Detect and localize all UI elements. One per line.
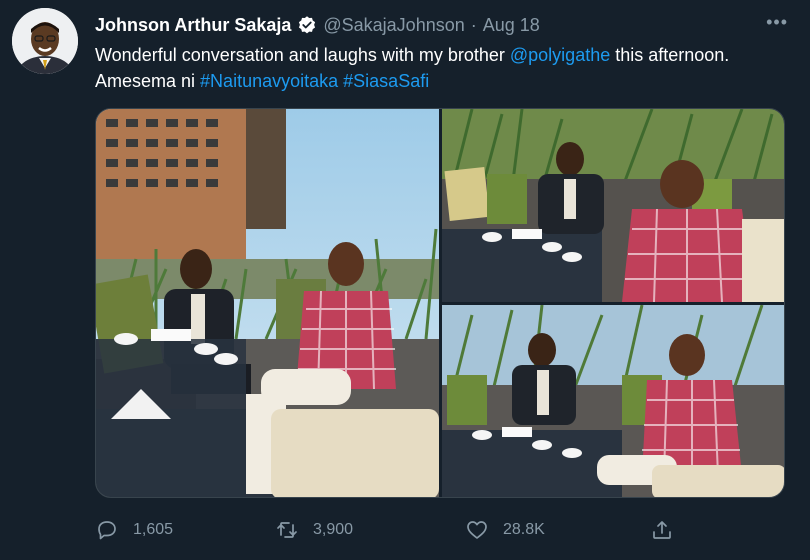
tweet-actions: 1,605 3,900 28.8K [95, 512, 695, 548]
like-count: 28.8K [503, 521, 545, 538]
mention-link[interactable]: @polyigathe [510, 45, 610, 65]
tweet-date[interactable]: Aug 18 [483, 15, 540, 36]
meeting-photo-left[interactable] [96, 109, 439, 497]
share-button[interactable] [650, 512, 674, 548]
author-name[interactable]: Johnson Arthur Sakaja [95, 15, 291, 36]
tweet-text-part: Wonderful conversation and laughs with m… [95, 45, 510, 65]
retweet-icon [277, 522, 297, 538]
meeting-photo-top-right[interactable] [442, 109, 784, 302]
retweet-count: 3,900 [313, 521, 354, 538]
author-handle[interactable]: @SakajaJohnson [323, 15, 464, 36]
like-button[interactable]: 28.8K [465, 512, 545, 548]
reply-count: 1,605 [133, 521, 174, 538]
meeting-photo-bottom-right[interactable] [442, 305, 784, 497]
verified-badge-icon [297, 15, 317, 35]
more-options-icon[interactable]: ••• [766, 12, 788, 33]
share-icon [653, 521, 671, 539]
reply-icon [98, 521, 116, 540]
tweet-header: Johnson Arthur Sakaja @SakajaJohnson · A… [95, 12, 790, 38]
retweet-button[interactable]: 3,900 [275, 512, 353, 548]
avatar[interactable] [12, 8, 78, 74]
hashtag-link[interactable]: #Naitunavyoitaka [200, 71, 338, 91]
tweet-text: Wonderful conversation and laughs with m… [95, 42, 785, 94]
media-grid [95, 108, 785, 498]
separator-dot: · [470, 14, 477, 35]
hashtag-link[interactable]: #SiasaSafi [343, 71, 429, 91]
heart-icon [467, 521, 487, 539]
reply-button[interactable]: 1,605 [95, 512, 173, 548]
